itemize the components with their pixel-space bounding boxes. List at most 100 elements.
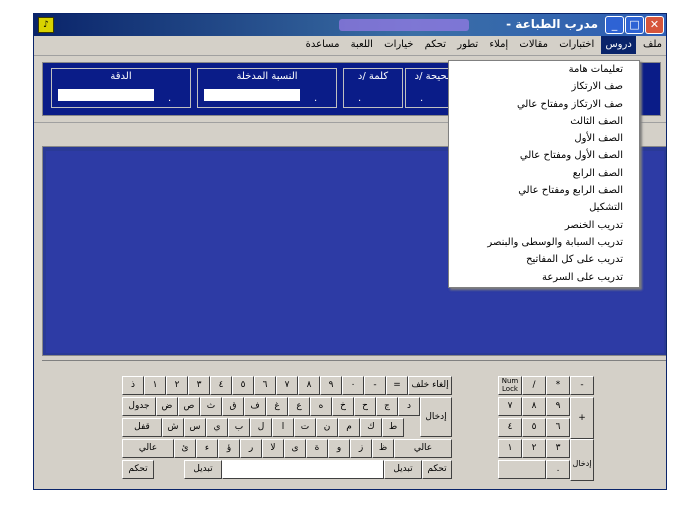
key-4[interactable]: ٤ [210,376,232,395]
ctrl-right-key[interactable]: تحكم [422,460,452,479]
typing-trainer-icon[interactable]: ♪ [38,17,54,33]
lesson-fourth-row[interactable]: الصف الرابع [449,165,639,182]
key-alif[interactable]: ا [272,418,294,437]
key-lam-alif[interactable]: لا [262,439,284,458]
title-bar[interactable]: ♪ مدرب الطباعة - _ □ ✕ [34,14,666,36]
enter-key[interactable]: إدخال [420,397,452,437]
numpad-enter-key[interactable]: إدخال [570,439,594,481]
numpad-8-key[interactable]: ٨ [522,397,546,416]
numpad-minus-key[interactable]: - [570,376,594,395]
key-sin[interactable]: س [184,418,206,437]
key-mim[interactable]: م [338,418,360,437]
lesson-diacritics[interactable]: التشكيل [449,199,639,216]
alt-left-key[interactable]: تبديل [184,460,222,479]
minimize-button[interactable]: _ [605,16,624,34]
key-hamza[interactable]: ء [196,439,218,458]
ctrl-left-key[interactable]: تحكم [122,460,154,479]
lesson-speed-training[interactable]: تدريب على السرعة [449,269,639,286]
numpad-6-key[interactable]: ٦ [546,418,570,437]
key-ta[interactable]: ت [294,418,316,437]
menu-options[interactable]: خيارات [380,36,417,54]
numpad-dot-key[interactable]: . [546,460,570,479]
key-ha[interactable]: ه [310,397,332,416]
key-2[interactable]: ٢ [166,376,188,395]
menu-help[interactable]: مساعدة [302,36,344,54]
key-taa[interactable]: ط [382,418,404,437]
tab-key[interactable]: جدول [122,397,156,416]
key-7[interactable]: ٧ [276,376,298,395]
numpad-4-key[interactable]: ٤ [498,418,522,437]
space-key[interactable] [222,460,384,479]
numpad-divide-key[interactable]: / [522,376,546,395]
key-hamza-ya[interactable]: ئ [174,439,196,458]
key-minus[interactable]: - [364,376,386,395]
key-0[interactable]: ٠ [342,376,364,395]
key-equals[interactable]: = [386,376,408,395]
numpad-5-key[interactable]: ٥ [522,418,546,437]
alt-right-key[interactable]: تبديل [384,460,422,479]
lesson-first-row[interactable]: الصف الأول [449,130,639,147]
lesson-finger-training[interactable]: تدريب السبابة والوسطى والبنصر [449,234,639,251]
numpad-2-key[interactable]: ٢ [522,439,546,458]
key-qaf[interactable]: ق [222,397,244,416]
lesson-pinky-training[interactable]: تدريب الخنصر [449,217,639,234]
key-5[interactable]: ٥ [232,376,254,395]
key-hha[interactable]: ح [354,397,376,416]
key-nun[interactable]: ن [316,418,338,437]
key-fa[interactable]: ف [244,397,266,416]
lesson-fourth-row-shift[interactable]: الصف الرابع ومفتاح عالي [449,182,639,199]
menu-lessons[interactable]: دروس [601,36,636,54]
key-kaf[interactable]: ك [360,418,382,437]
lesson-first-row-shift[interactable]: الصف الأول ومفتاح عالي [449,147,639,164]
key-1[interactable]: ١ [144,376,166,395]
key-sad[interactable]: ص [178,397,200,416]
menu-dictation[interactable]: إملاء [485,36,512,54]
lesson-all-keys[interactable]: تدريب على كل المفاتيح [449,251,639,268]
menu-file[interactable]: ملف [639,36,666,54]
numlock-key[interactable]: Num Lock [498,376,522,395]
close-button[interactable]: ✕ [645,16,664,34]
key-jim[interactable]: ج [376,397,398,416]
key-zay[interactable]: ز [350,439,372,458]
shift-left-key[interactable]: عالي [122,439,174,458]
numpad-0-key[interactable] [498,460,546,479]
key-hamza-waw[interactable]: ؤ [218,439,240,458]
key-dal[interactable]: د [398,397,420,416]
key-ghain[interactable]: غ [266,397,288,416]
lesson-home-row[interactable]: صف الارتكاز [449,78,639,95]
menu-progress[interactable]: تطور [453,36,482,54]
lesson-important-instructions[interactable]: تعليمات هامة [449,61,639,78]
numpad-3-key[interactable]: ٣ [546,439,570,458]
key-ta-marbuta[interactable]: ة [306,439,328,458]
key-8[interactable]: ٨ [298,376,320,395]
key-6[interactable]: ٦ [254,376,276,395]
key-lam[interactable]: ل [250,418,272,437]
key-dad[interactable]: ض [156,397,178,416]
lesson-third-row[interactable]: الصف الثالث [449,113,639,130]
capslock-key[interactable]: قفل مفاتيح [122,418,162,437]
key-alif-maqsura[interactable]: ى [284,439,306,458]
menu-control[interactable]: تحكم [421,36,450,54]
backspace-key[interactable]: إلغاء خلف [408,376,452,395]
key-thal[interactable]: ذ [122,376,144,395]
numpad-1-key[interactable]: ١ [498,439,522,458]
lesson-home-row-shift[interactable]: صف الارتكاز ومفتاح عالي [449,96,639,113]
key-shin[interactable]: ش [162,418,184,437]
shift-right-key[interactable]: عالي [394,439,452,458]
key-ba[interactable]: ب [228,418,250,437]
menu-tests[interactable]: اختبارات [555,36,598,54]
key-3[interactable]: ٣ [188,376,210,395]
numpad-multiply-key[interactable]: * [546,376,570,395]
key-tha[interactable]: ث [200,397,222,416]
numpad-9-key[interactable]: ٩ [546,397,570,416]
menu-game[interactable]: اللعبة [347,36,377,54]
key-ra[interactable]: ر [240,439,262,458]
key-waw[interactable]: و [328,439,350,458]
key-za[interactable]: ظ [372,439,394,458]
key-ain[interactable]: ع [288,397,310,416]
menu-articles[interactable]: مقالات [515,36,552,54]
key-9[interactable]: ٩ [320,376,342,395]
key-kha[interactable]: خ [332,397,354,416]
key-ya[interactable]: ي [206,418,228,437]
maximize-button[interactable]: □ [625,16,644,34]
